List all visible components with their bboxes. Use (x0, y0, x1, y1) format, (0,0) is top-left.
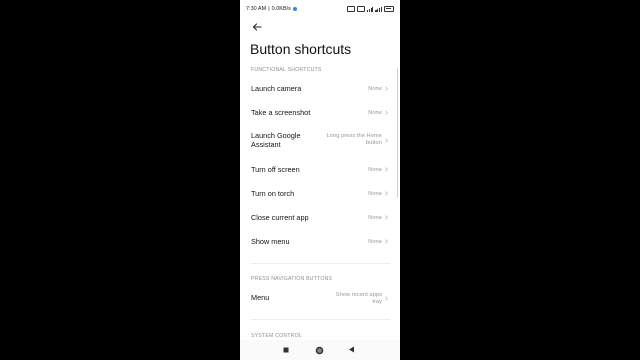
signal-icon (366, 7, 374, 12)
status-speed: 0.0KB/s (271, 6, 291, 12)
status-bar: 7:30 AM | 0.0KB/s (240, 0, 400, 18)
row-value: None (368, 86, 382, 92)
row-label: Menu (251, 293, 270, 302)
section-navigation-buttons: PRESS NAVIGATION BUTTONS (251, 276, 333, 282)
section-divider (251, 319, 390, 320)
row-value: None (368, 167, 382, 173)
row-value: None (368, 215, 382, 221)
row-launch-google-assistant[interactable]: Launch Google Assistant Long press the H… (240, 128, 400, 154)
row-label: Close current app (251, 213, 309, 222)
status-left: 7:30 AM | 0.0KB/s (246, 6, 297, 12)
row-label: Take a screenshot (251, 108, 311, 117)
row-label: Launch camera (251, 84, 302, 93)
chevron-right-icon (385, 215, 388, 220)
row-close-current-app[interactable]: Close current app None (240, 209, 400, 227)
row-launch-camera[interactable]: Launch camera None (240, 80, 400, 98)
section-divider (251, 263, 390, 264)
row-turn-on-torch[interactable]: Turn on torch None (240, 185, 400, 203)
chevron-right-icon (385, 191, 388, 196)
row-show-menu[interactable]: Show menu None (240, 233, 400, 251)
row-menu[interactable]: Menu Show recent apps tray (240, 288, 400, 310)
row-value: Long press the Home button (326, 133, 382, 146)
row-turn-off-screen[interactable]: Turn off screen None (240, 161, 400, 179)
status-separator: | (268, 6, 270, 12)
row-value: None (368, 239, 382, 245)
page-title: Button shortcuts (250, 41, 352, 57)
section-functional-shortcuts: FUNCTIONAL SHORTCUTS (251, 67, 322, 73)
row-label: Turn off screen (251, 165, 300, 174)
back-arrow-icon[interactable] (250, 20, 264, 34)
triangle-icon[interactable] (348, 346, 355, 353)
section-system-control: SYSTEM CONTROL (251, 333, 302, 339)
navigation-bar (240, 340, 400, 360)
status-right (346, 6, 394, 12)
signal-icon-2 (375, 7, 382, 12)
scrollbar[interactable] (396, 68, 398, 198)
status-time: 7:30 AM (246, 6, 267, 12)
chevron-right-icon (385, 239, 388, 244)
row-value: None (368, 110, 382, 116)
alarm-icon (346, 6, 355, 12)
square-icon[interactable] (283, 347, 289, 353)
row-value: Show recent apps tray (335, 292, 382, 305)
chevron-right-icon (385, 296, 388, 301)
chevron-right-icon (385, 138, 388, 143)
circle-icon[interactable] (315, 346, 324, 355)
chevron-right-icon (385, 167, 388, 172)
phone-screen: 7:30 AM | 0.0KB/s Button shortcuts FUNCT… (240, 0, 400, 360)
row-label: Launch Google Assistant (251, 131, 301, 149)
row-take-screenshot[interactable]: Take a screenshot None (240, 104, 400, 122)
notification-icon (292, 7, 297, 11)
row-label: Show menu (251, 237, 290, 246)
battery-icon (384, 6, 394, 12)
chevron-right-icon (385, 86, 388, 91)
row-label: Turn on torch (251, 189, 295, 198)
sim-icon (356, 6, 365, 12)
chevron-right-icon (385, 110, 388, 115)
row-value: None (368, 191, 382, 197)
